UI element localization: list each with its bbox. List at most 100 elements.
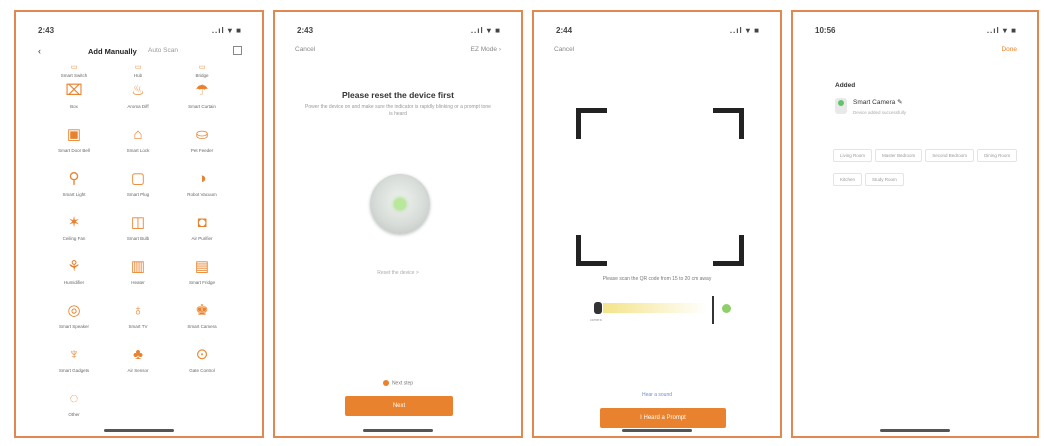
tab-auto-scan[interactable]: Auto Scan bbox=[148, 47, 178, 54]
scan-beam bbox=[603, 303, 707, 313]
mode-switch-button[interactable]: EZ Mode › bbox=[471, 46, 501, 53]
help-link[interactable]: Hear a sound bbox=[534, 392, 780, 398]
home-indicator bbox=[880, 429, 950, 432]
device-category-label: Smart Curtain bbox=[188, 104, 216, 109]
device-category-item[interactable]: ✶ Ceiling Fan bbox=[44, 214, 104, 254]
home-indicator bbox=[104, 429, 174, 432]
corner-top-left bbox=[576, 108, 607, 139]
device-category-item[interactable]: ♚ Smart Camera bbox=[172, 302, 232, 342]
device-category-item[interactable]: ▢ Smart Plug bbox=[108, 170, 168, 210]
scan-icon[interactable] bbox=[233, 46, 242, 55]
device-category-label: Gate Control bbox=[189, 368, 215, 373]
room-chip[interactable]: Master Bedroom bbox=[875, 149, 923, 162]
device-category-item[interactable]: ◌ Other bbox=[44, 390, 104, 430]
device-category-icon: ⚘ bbox=[67, 258, 81, 275]
device-category-icon: ▣ bbox=[66, 126, 82, 143]
next-button[interactable]: Next bbox=[345, 396, 453, 416]
heard-prompt-button[interactable]: I Heard a Prompt bbox=[600, 408, 726, 428]
device-category-item[interactable]: ⌧ Box bbox=[44, 82, 104, 122]
device-category-icon: ♣ bbox=[133, 346, 143, 363]
home-indicator bbox=[622, 429, 692, 432]
illustration-caption: camera bbox=[590, 318, 602, 322]
corner-bottom-right bbox=[713, 235, 744, 266]
device-category-item[interactable]: ◑ Robot Vacuum bbox=[172, 170, 232, 210]
reset-device-screen: 2:43 ..ıl ▾ ■ Cancel EZ Mode › Please re… bbox=[273, 10, 523, 438]
device-category-item[interactable]: ▤ Smart Fridge bbox=[172, 258, 232, 298]
device-category-item[interactable]: ⚘ Humidifier bbox=[44, 258, 104, 298]
device-category-icon: ◫ bbox=[130, 214, 146, 231]
page-title: Please reset the device first bbox=[342, 90, 454, 100]
device-category-label: Other bbox=[68, 412, 80, 417]
device-category-icon: ⛀ bbox=[195, 126, 209, 143]
device-category-item[interactable]: ▣ Smart Door Bell bbox=[44, 126, 104, 166]
device-category-label: Smart Camera bbox=[187, 324, 217, 329]
device-category-label: Smart Fridge bbox=[188, 280, 215, 285]
device-category-item[interactable]: ◫ Smart Bulb bbox=[108, 214, 168, 254]
device-category-icon: ♨ bbox=[131, 82, 145, 99]
device-category-item[interactable]: ⊙ Gate Control bbox=[172, 346, 232, 386]
phone-edge bbox=[712, 296, 714, 324]
room-chip[interactable]: Second Bedroom bbox=[925, 149, 975, 162]
status-bar: 10:56 ..ıl ▾ ■ bbox=[793, 26, 1037, 36]
device-category-item[interactable]: ♨ Aroma Diff bbox=[108, 82, 168, 122]
room-chip[interactable]: Living Room bbox=[833, 149, 873, 162]
device-category-item[interactable]: ☂ Smart Curtain bbox=[172, 82, 232, 122]
reset-help-link[interactable]: Reset the device > bbox=[275, 270, 521, 276]
checkbox-dot-icon[interactable] bbox=[382, 380, 389, 386]
confirm-label: Next step bbox=[391, 380, 414, 387]
status-time: 2:43 bbox=[38, 26, 55, 35]
device-category-icon: ◘ bbox=[197, 214, 207, 231]
device-category-item[interactable]: ♁ Smart TV bbox=[108, 302, 168, 342]
device-category-item[interactable]: ⛀ Pet Feeder bbox=[172, 126, 232, 166]
device-category-icon: ⊙ bbox=[195, 346, 209, 363]
device-category-item[interactable]: ♆ Smart Gadgets bbox=[44, 346, 104, 386]
device-category-label: Box bbox=[70, 104, 78, 109]
device-category-item[interactable]: ◘ Air Purifier bbox=[172, 214, 232, 254]
device-category-icon: ♚ bbox=[195, 302, 209, 319]
back-icon[interactable]: ‹ bbox=[38, 46, 41, 56]
device-category-item[interactable]: ⌂ Smart Lock bbox=[108, 126, 168, 166]
room-chip[interactable]: Kitchen bbox=[833, 173, 863, 186]
device-category-item[interactable]: ◎ Smart Speaker bbox=[44, 302, 104, 342]
room-chip[interactable]: Dining Room bbox=[977, 149, 1018, 162]
top-bar: Cancel bbox=[534, 46, 780, 58]
room-chip[interactable]: Study Room bbox=[865, 173, 904, 186]
device-category-item[interactable]: ▥ Heater bbox=[108, 258, 168, 298]
device-category-label: Humidifier bbox=[63, 280, 85, 285]
tab-add-manually[interactable]: Add Manually bbox=[88, 47, 137, 56]
top-bar: Cancel EZ Mode › bbox=[275, 46, 521, 58]
device-category-label: Smart TV bbox=[128, 324, 148, 329]
signal-icon: ..ıl ▾ ■ bbox=[986, 26, 1017, 35]
device-category-item[interactable]: ⚲ Smart Light bbox=[44, 170, 104, 210]
done-button[interactable]: Done bbox=[1001, 46, 1017, 53]
device-category-label: Smart Door Bell bbox=[58, 148, 90, 153]
section-title: Added bbox=[835, 82, 856, 89]
device-added-screen: 10:56 ..ıl ▾ ■ Done Added Smart Camera ✎… bbox=[791, 10, 1039, 438]
added-device-row[interactable]: Smart Camera ✎ Device added successfully bbox=[835, 96, 995, 126]
device-category-label: Smart Light bbox=[62, 192, 86, 197]
confirm-checkbox[interactable]: Next step bbox=[275, 380, 521, 386]
device-category-icon: ♆ bbox=[68, 346, 80, 363]
device-category-label: Smart Bulb bbox=[126, 236, 150, 241]
device-category-label: Hub bbox=[133, 73, 143, 78]
top-bar: Done bbox=[793, 46, 1037, 58]
camera-icon bbox=[835, 98, 847, 114]
qr-target-icon bbox=[722, 304, 731, 313]
device-category-label: Smart Lock bbox=[126, 148, 150, 153]
device-category-icon: ⌂ bbox=[133, 126, 143, 143]
cancel-button[interactable]: Cancel bbox=[295, 46, 315, 53]
cancel-button[interactable]: Cancel bbox=[554, 46, 574, 53]
qr-viewfinder bbox=[576, 108, 744, 266]
add-device-screen: 2:43 ..ıl ▾ ■ ‹ Add Manually Auto Scan ▭… bbox=[14, 10, 264, 438]
status-bar: 2:43 ..ıl ▾ ■ bbox=[16, 26, 262, 36]
device-category-icon: ◌ bbox=[69, 390, 79, 407]
device-category-label: Smart Speaker bbox=[58, 324, 89, 329]
device-category-label: Air Purifier bbox=[191, 236, 213, 241]
device-name[interactable]: Smart Camera ✎ bbox=[853, 98, 903, 106]
device-category-item[interactable]: ♣ Air Sensor bbox=[108, 346, 168, 386]
device-category-icon: ☂ bbox=[195, 82, 209, 99]
scan-illustration: camera bbox=[590, 296, 734, 326]
device-status: Device added successfully bbox=[853, 110, 907, 115]
device-category-label: Smart Plug bbox=[126, 192, 150, 197]
device-category-label: Robot Vacuum bbox=[187, 192, 217, 197]
